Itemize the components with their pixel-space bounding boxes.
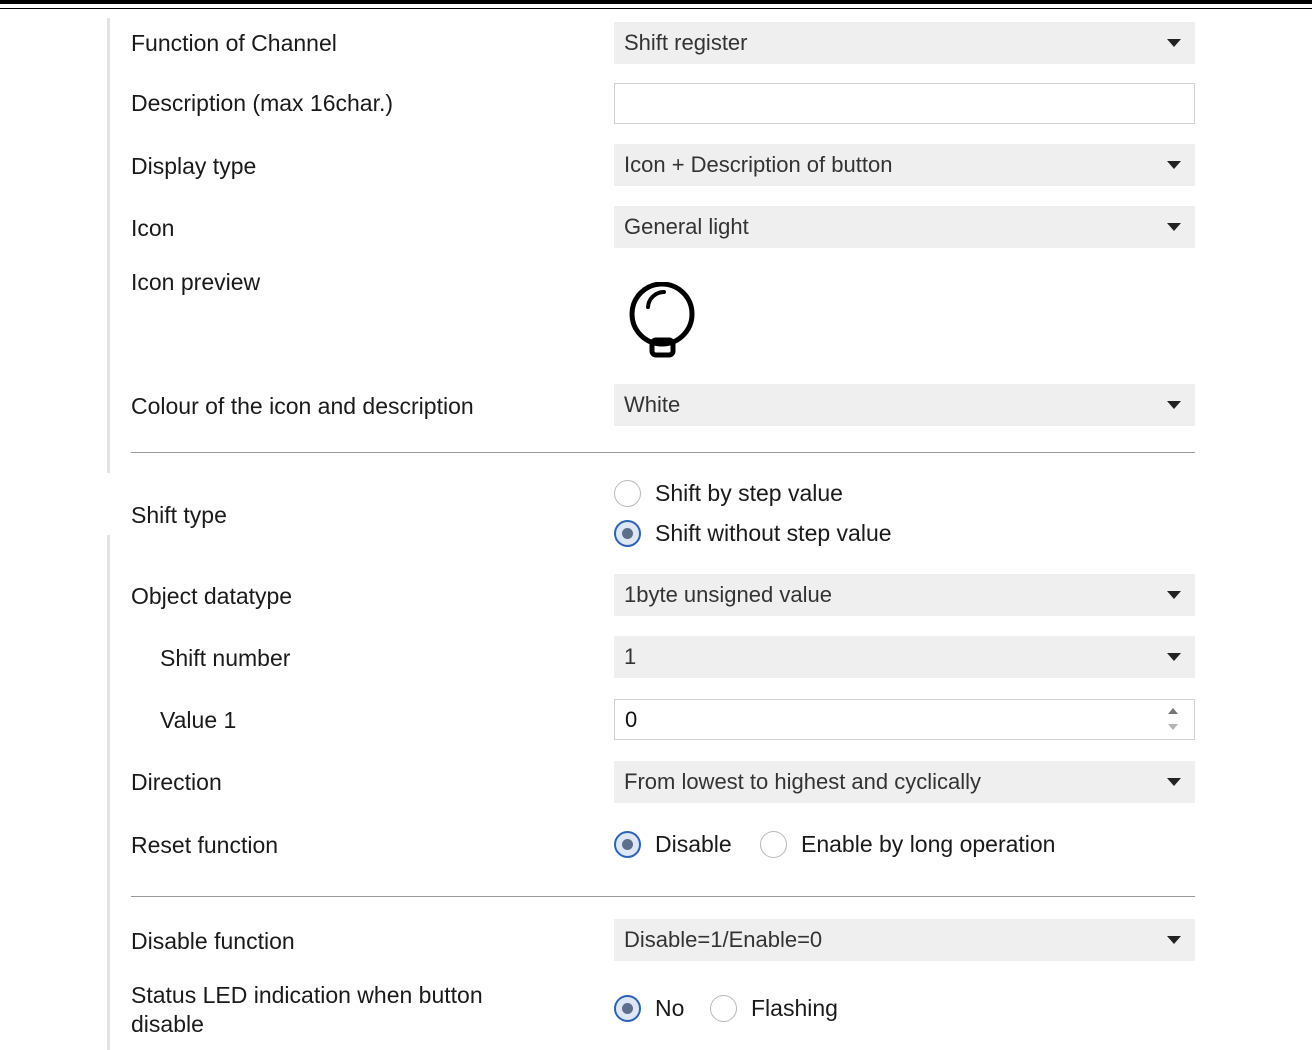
- shift-by-step-label: Shift by step value: [655, 480, 843, 506]
- colour-value: White: [624, 392, 681, 417]
- radio-checked-icon: [614, 831, 641, 858]
- display-type-dropdown[interactable]: Icon + Description of button: [614, 144, 1195, 186]
- icon-dropdown[interactable]: General light: [614, 206, 1195, 248]
- page-top-rule: [0, 0, 1312, 4]
- disable-function-label: Disable function: [131, 928, 295, 954]
- chevron-down-icon: [1167, 39, 1181, 47]
- disable-function-dropdown[interactable]: Disable=1/Enable=0: [614, 919, 1195, 961]
- status-led-no-radio[interactable]: No: [614, 995, 684, 1022]
- radio-checked-icon: [614, 520, 641, 547]
- shift-type-label: Shift type: [131, 502, 227, 528]
- object-datatype-dropdown[interactable]: 1byte unsigned value: [614, 574, 1195, 616]
- object-datatype-label: Object datatype: [131, 583, 293, 609]
- spin-down-icon[interactable]: [1168, 724, 1178, 730]
- page-top-rule-thin: [0, 8, 1312, 9]
- display-type-value: Icon + Description of button: [624, 152, 893, 177]
- value-1-label: Value 1: [160, 707, 237, 733]
- chevron-down-icon: [1167, 778, 1181, 786]
- description-label: Description (max 16char.): [131, 90, 394, 116]
- reset-enable-long-radio[interactable]: Enable by long operation: [760, 831, 1055, 858]
- chevron-down-icon: [1167, 401, 1181, 409]
- shift-without-step-radio[interactable]: Shift without step value: [614, 520, 892, 547]
- panel-left-border: [107, 18, 110, 473]
- display-type-label: Display type: [131, 153, 257, 179]
- status-led-flashing-radio[interactable]: Flashing: [710, 995, 838, 1022]
- value-1-spinbox[interactable]: 0: [614, 699, 1195, 740]
- icon-preview-label: Icon preview: [131, 269, 261, 295]
- status-led-no-label: No: [655, 995, 685, 1021]
- reset-disable-label: Disable: [655, 831, 732, 857]
- section-divider: [131, 452, 1195, 453]
- shift-by-step-radio[interactable]: Shift by step value: [614, 480, 843, 507]
- function-of-channel-dropdown[interactable]: Shift register: [614, 22, 1195, 64]
- shift-number-label: Shift number: [160, 645, 291, 671]
- icon-label: Icon: [131, 215, 175, 241]
- reset-function-label: Reset function: [131, 832, 279, 858]
- function-of-channel-label: Function of Channel: [131, 30, 337, 56]
- value-1-value: 0: [625, 707, 638, 732]
- direction-dropdown[interactable]: From lowest to highest and cyclically: [614, 761, 1195, 803]
- reset-disable-radio[interactable]: Disable: [614, 831, 732, 858]
- shift-without-step-label: Shift without step value: [655, 520, 892, 546]
- colour-dropdown[interactable]: White: [614, 384, 1195, 426]
- section-divider: [131, 896, 1195, 897]
- icon-value: General light: [624, 214, 749, 239]
- direction-label: Direction: [131, 769, 222, 795]
- radio-unchecked-icon: [614, 480, 641, 507]
- disable-function-value: Disable=1/Enable=0: [624, 927, 823, 952]
- object-datatype-value: 1byte unsigned value: [624, 582, 832, 607]
- chevron-down-icon: [1167, 653, 1181, 661]
- chevron-down-icon: [1167, 223, 1181, 231]
- shift-number-dropdown[interactable]: 1: [614, 636, 1195, 678]
- radio-unchecked-icon: [760, 831, 787, 858]
- reset-enable-long-label: Enable by long operation: [801, 831, 1056, 857]
- description-input[interactable]: [614, 83, 1195, 124]
- panel-left-border: [107, 535, 110, 1050]
- chevron-down-icon: [1167, 936, 1181, 944]
- colour-label: Colour of the icon and description: [131, 393, 474, 419]
- lightbulb-icon: [629, 282, 695, 358]
- direction-value: From lowest to highest and cyclically: [624, 769, 982, 794]
- status-led-flashing-label: Flashing: [751, 995, 838, 1021]
- chevron-down-icon: [1167, 591, 1181, 599]
- radio-checked-icon: [614, 995, 641, 1022]
- shift-number-value: 1: [624, 644, 637, 669]
- radio-unchecked-icon: [710, 995, 737, 1022]
- spin-up-icon[interactable]: [1168, 708, 1178, 714]
- chevron-down-icon: [1167, 161, 1181, 169]
- status-led-label: Status LED indication when button disabl…: [131, 982, 483, 1037]
- function-of-channel-value: Shift register: [624, 30, 748, 55]
